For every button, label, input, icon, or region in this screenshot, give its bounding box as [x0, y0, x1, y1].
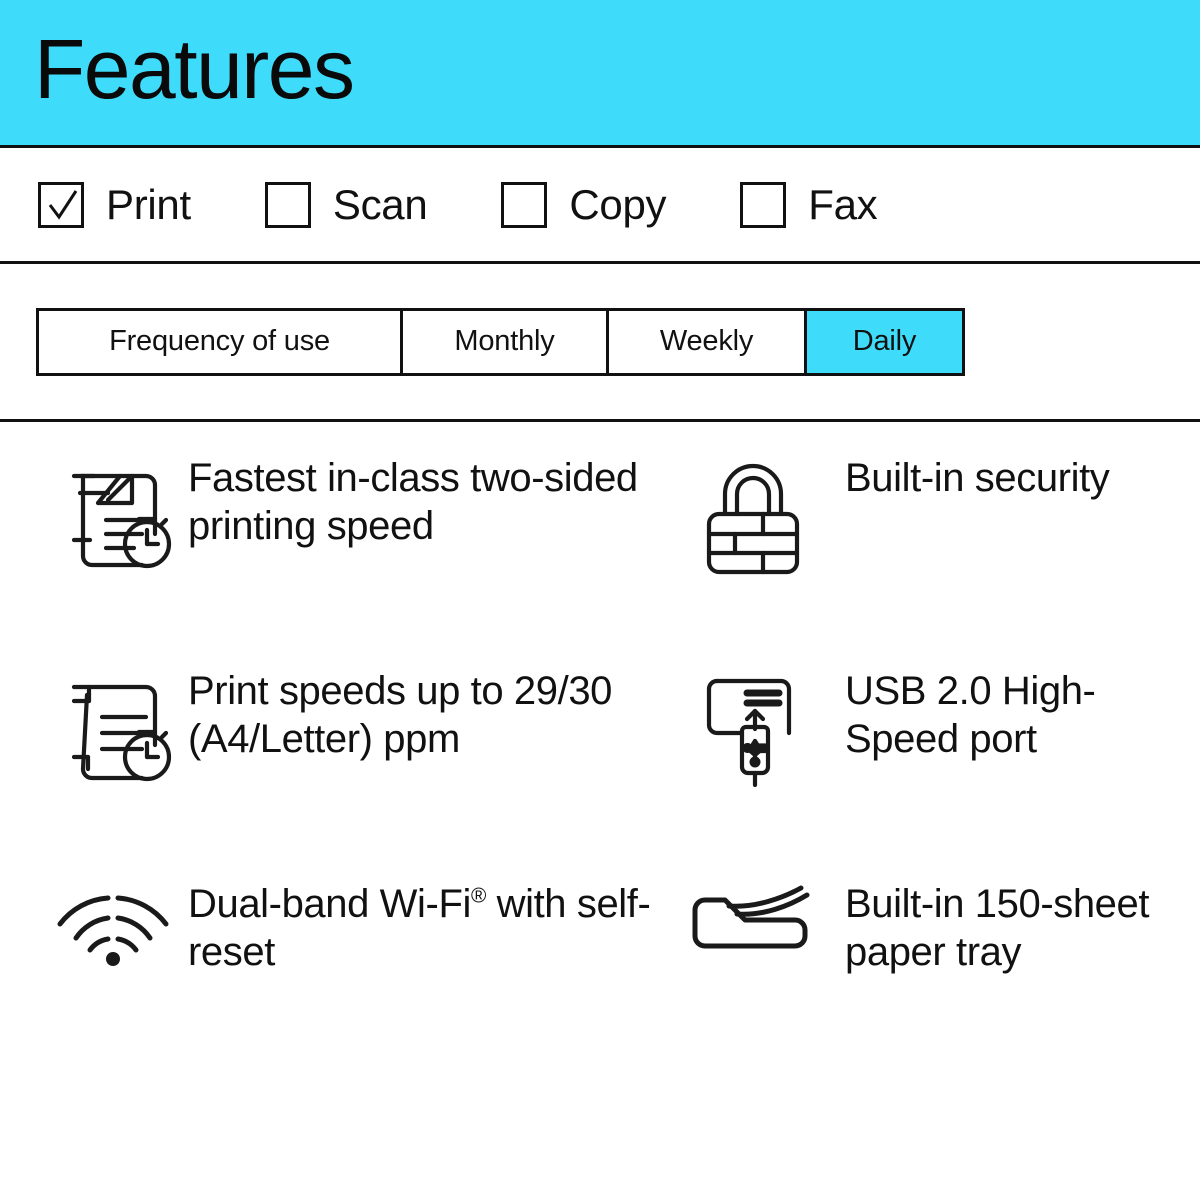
frequency-option-monthly[interactable]: Monthly — [403, 310, 609, 373]
checkbox-copy[interactable] — [501, 181, 548, 228]
feature-text: USB 2.0 High-Speed port — [845, 669, 1096, 761]
feature-two-sided-speed: Fastest in-class two-sided printing spee… — [0, 448, 660, 661]
feature-dual-band-wifi: Dual-band Wi-Fi® with self-reset — [0, 874, 660, 1087]
checkbox-print[interactable] — [38, 181, 84, 228]
frequency-option-daily[interactable]: Daily — [807, 310, 962, 373]
checkbox-scan[interactable] — [264, 181, 311, 228]
features-page: Features Print Scan Copy Fax Frequency o… — [0, 0, 1200, 1200]
capability-copy[interactable]: Copy — [501, 180, 667, 228]
feature-row: Fastest in-class two-sided printing spee… — [0, 448, 1200, 661]
feature-text: Built-in security — [845, 456, 1110, 500]
feature-text: Print speeds up to 29/30 (A4/Letter) ppm — [188, 669, 613, 761]
capability-print[interactable]: Print — [38, 180, 191, 228]
capability-checkbox-row: Print Scan Copy Fax — [0, 148, 1200, 261]
capability-label-scan: Scan — [332, 180, 428, 228]
feature-paper-tray: Built-in 150-sheet paper tray — [660, 874, 1200, 1087]
feature-text: Dual-band Wi-Fi® with self-reset — [188, 874, 660, 976]
capability-label-copy: Copy — [569, 180, 667, 228]
feature-text: Fastest in-class two-sided printing spee… — [188, 456, 638, 548]
capability-label-fax: Fax — [808, 180, 878, 228]
wifi-signal-icon — [38, 874, 188, 968]
capability-scan[interactable]: Scan — [264, 180, 428, 228]
document-clock-icon — [38, 661, 188, 787]
capability-label-print: Print — [106, 180, 191, 228]
check-mark-icon — [48, 189, 78, 220]
registered-trademark-symbol: ® — [470, 884, 486, 908]
header-band: Features — [0, 0, 1200, 145]
checkbox-fax[interactable] — [740, 181, 787, 228]
frequency-tabbar: Frequency of use Monthly Weekly Daily — [36, 307, 965, 376]
feature-text: Built-in 150-sheet paper tray — [845, 882, 1150, 974]
capability-fax[interactable]: Fax — [740, 180, 878, 228]
document-speed-clock-icon — [38, 448, 188, 574]
feature-row: Print speeds up to 29/30 (A4/Letter) ppm — [0, 661, 1200, 874]
padlock-brick-icon — [660, 448, 845, 576]
feature-usb-port: USB 2.0 High-Speed port — [660, 661, 1200, 874]
frequency-label-cell: Frequency of use — [39, 310, 403, 373]
frequency-option-weekly[interactable]: Weekly — [609, 310, 807, 373]
feature-text-pre: Dual-band Wi-Fi — [188, 882, 471, 926]
paper-tray-icon — [660, 874, 845, 956]
page-title: Features — [34, 21, 355, 116]
feature-built-in-security: Built-in security — [660, 448, 1200, 661]
usb-drive-port-icon — [660, 661, 845, 787]
feature-row: Dual-band Wi-Fi® with self-reset Built-i… — [0, 874, 1200, 1087]
feature-print-speeds: Print speeds up to 29/30 (A4/Letter) ppm — [0, 661, 660, 874]
feature-grid: Fastest in-class two-sided printing spee… — [0, 422, 1200, 1087]
frequency-section: Frequency of use Monthly Weekly Daily — [0, 264, 1200, 419]
